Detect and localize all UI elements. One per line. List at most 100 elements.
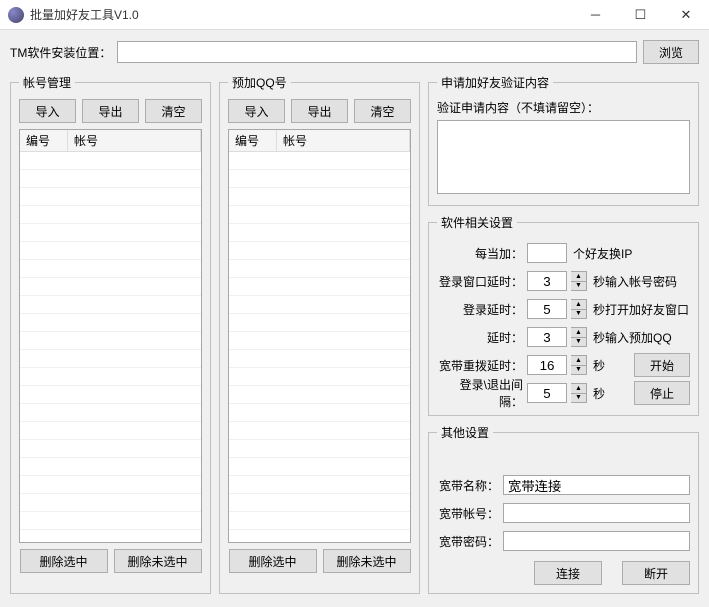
login-window-spinner[interactable]: ▲▼ — [571, 271, 587, 291]
chevron-up-icon[interactable]: ▲ — [571, 356, 586, 366]
chevron-down-icon[interactable]: ▼ — [571, 310, 586, 319]
maximize-button[interactable]: ☐ — [618, 0, 663, 29]
login-delay-label: 登录延时： — [437, 301, 523, 318]
preadd-delete-unselected-button[interactable]: 删除未选中 — [323, 549, 411, 573]
broadband-account-row: 宽带帐号： — [437, 499, 690, 527]
accounts-col-account[interactable]: 帐号 — [68, 130, 201, 151]
broadband-password-input[interactable] — [503, 531, 690, 551]
preadd-legend: 预加QQ号 — [228, 74, 291, 91]
accounts-export-button[interactable]: 导出 — [82, 99, 139, 123]
login-window-input[interactable] — [527, 271, 567, 291]
delay-spinner[interactable]: ▲▼ — [571, 327, 587, 347]
path-row: TM软件安装位置： 浏览 — [10, 40, 699, 64]
broadband-account-input[interactable] — [503, 503, 690, 523]
broadband-password-row: 宽带密码： — [437, 527, 690, 555]
preadd-col-id[interactable]: 编号 — [229, 130, 277, 151]
accounts-bottom-buttons: 删除选中 删除未选中 — [19, 549, 202, 573]
preadd-import-button[interactable]: 导入 — [228, 99, 285, 123]
accounts-col-id[interactable]: 编号 — [20, 130, 68, 151]
close-button[interactable]: ✕ — [663, 0, 709, 29]
interval-input[interactable] — [527, 383, 567, 403]
delay-after: 秒输入预加QQ — [593, 329, 672, 346]
login-window-after: 秒输入帐号密码 — [593, 273, 677, 290]
chevron-down-icon[interactable]: ▼ — [571, 394, 586, 403]
preadd-bottom-buttons: 删除选中 删除未选中 — [228, 549, 411, 573]
login-delay-after: 秒打开加好友窗口 — [593, 301, 689, 318]
other-legend: 其他设置 — [437, 424, 493, 441]
login-delay-spinner[interactable]: ▲▼ — [571, 299, 587, 319]
path-label: TM软件安装位置： — [10, 44, 111, 61]
settings-row-login-window: 登录窗口延时： ▲▼ 秒输入帐号密码 — [437, 267, 690, 295]
other-fieldset: 其他设置 宽带名称： 宽带帐号： 宽带密码： 连接 断开 — [428, 424, 699, 594]
redial-after: 秒 — [593, 357, 605, 374]
redial-spinner[interactable]: ▲▼ — [571, 355, 587, 375]
delay-label: 延时： — [437, 329, 523, 346]
chevron-up-icon[interactable]: ▲ — [571, 328, 586, 338]
chevron-up-icon[interactable]: ▲ — [571, 300, 586, 310]
chevron-down-icon[interactable]: ▼ — [571, 338, 586, 347]
minimize-button[interactable]: ─ — [573, 0, 618, 29]
chevron-down-icon[interactable]: ▼ — [571, 282, 586, 291]
settings-row-delay: 延时： ▲▼ 秒输入预加QQ — [437, 323, 690, 351]
verify-textarea[interactable] — [437, 120, 690, 194]
broadband-name-input[interactable] — [503, 475, 690, 495]
chevron-down-icon[interactable]: ▼ — [571, 366, 586, 375]
broadband-name-label: 宽带名称： — [437, 477, 499, 494]
start-button[interactable]: 开始 — [634, 353, 690, 377]
verify-label: 验证申请内容（不填请留空）： — [437, 99, 690, 116]
chevron-up-icon[interactable]: ▲ — [571, 272, 586, 282]
redial-input[interactable] — [527, 355, 567, 375]
accounts-list-header: 编号 帐号 — [20, 130, 201, 152]
disconnect-button[interactable]: 断开 — [622, 561, 690, 585]
accounts-list-body[interactable] — [20, 152, 201, 542]
connect-button[interactable]: 连接 — [534, 561, 602, 585]
window-controls: ─ ☐ ✕ — [573, 0, 709, 29]
preadd-col-account[interactable]: 帐号 — [277, 130, 410, 151]
verify-fieldset: 申请加好友验证内容 验证申请内容（不填请留空）： — [428, 74, 699, 206]
settings-legend: 软件相关设置 — [437, 214, 517, 231]
preadd-toolbar: 导入 导出 清空 — [228, 99, 411, 123]
preadd-list[interactable]: 编号 帐号 — [228, 129, 411, 543]
other-buttons: 连接 断开 — [437, 561, 690, 585]
accounts-fieldset: 帐号管理 导入 导出 清空 编号 帐号 删除选中 删除未选中 — [10, 74, 211, 594]
titlebar: 批量加好友工具V1.0 ─ ☐ ✕ — [0, 0, 709, 30]
accounts-delete-selected-button[interactable]: 删除选中 — [20, 549, 108, 573]
preadd-list-body[interactable] — [229, 152, 410, 542]
accounts-toolbar: 导入 导出 清空 — [19, 99, 202, 123]
settings-fieldset: 软件相关设置 每当加： 个好友换IP 登录窗口延时： ▲▼ 秒输入帐号密码 登录… — [428, 214, 699, 416]
accounts-delete-unselected-button[interactable]: 删除未选中 — [114, 549, 202, 573]
delay-input[interactable] — [527, 327, 567, 347]
ipswitch-label: 每当加： — [437, 245, 523, 262]
broadband-account-label: 宽带帐号： — [437, 505, 499, 522]
preadd-clear-button[interactable]: 清空 — [354, 99, 411, 123]
chevron-up-icon[interactable]: ▲ — [571, 384, 586, 394]
login-delay-input[interactable] — [527, 299, 567, 319]
settings-row-ipswitch: 每当加： 个好友换IP — [437, 239, 690, 267]
settings-row-login-delay: 登录延时： ▲▼ 秒打开加好友窗口 — [437, 295, 690, 323]
accounts-list[interactable]: 编号 帐号 — [19, 129, 202, 543]
verify-legend: 申请加好友验证内容 — [437, 74, 553, 91]
accounts-import-button[interactable]: 导入 — [19, 99, 76, 123]
browse-button[interactable]: 浏览 — [643, 40, 699, 64]
ipswitch-after: 个好友换IP — [573, 245, 632, 262]
stop-button[interactable]: 停止 — [634, 381, 690, 405]
settings-row-interval: 登录\退出间隔： ▲▼ 秒 停止 — [437, 379, 690, 407]
window-title: 批量加好友工具V1.0 — [30, 6, 573, 23]
interval-spinner[interactable]: ▲▼ — [571, 383, 587, 403]
preadd-fieldset: 预加QQ号 导入 导出 清空 编号 帐号 删除选中 删除未选中 — [219, 74, 420, 594]
preadd-delete-selected-button[interactable]: 删除选中 — [229, 549, 317, 573]
accounts-clear-button[interactable]: 清空 — [145, 99, 202, 123]
columns: 帐号管理 导入 导出 清空 编号 帐号 删除选中 删除未选中 预加QQ号 — [10, 74, 699, 594]
ipswitch-input[interactable] — [527, 243, 567, 263]
path-input[interactable] — [117, 41, 637, 63]
broadband-name-row: 宽带名称： — [437, 471, 690, 499]
app-icon — [8, 7, 24, 23]
preadd-export-button[interactable]: 导出 — [291, 99, 348, 123]
interval-after: 秒 — [593, 385, 605, 402]
redial-label: 宽带重拨延时： — [437, 357, 523, 374]
accounts-legend: 帐号管理 — [19, 74, 75, 91]
settings-row-redial: 宽带重拨延时： ▲▼ 秒 开始 — [437, 351, 690, 379]
login-window-label: 登录窗口延时： — [437, 273, 523, 290]
content-area: TM软件安装位置： 浏览 帐号管理 导入 导出 清空 编号 帐号 删除选中 删除… — [0, 30, 709, 604]
broadband-password-label: 宽带密码： — [437, 533, 499, 550]
